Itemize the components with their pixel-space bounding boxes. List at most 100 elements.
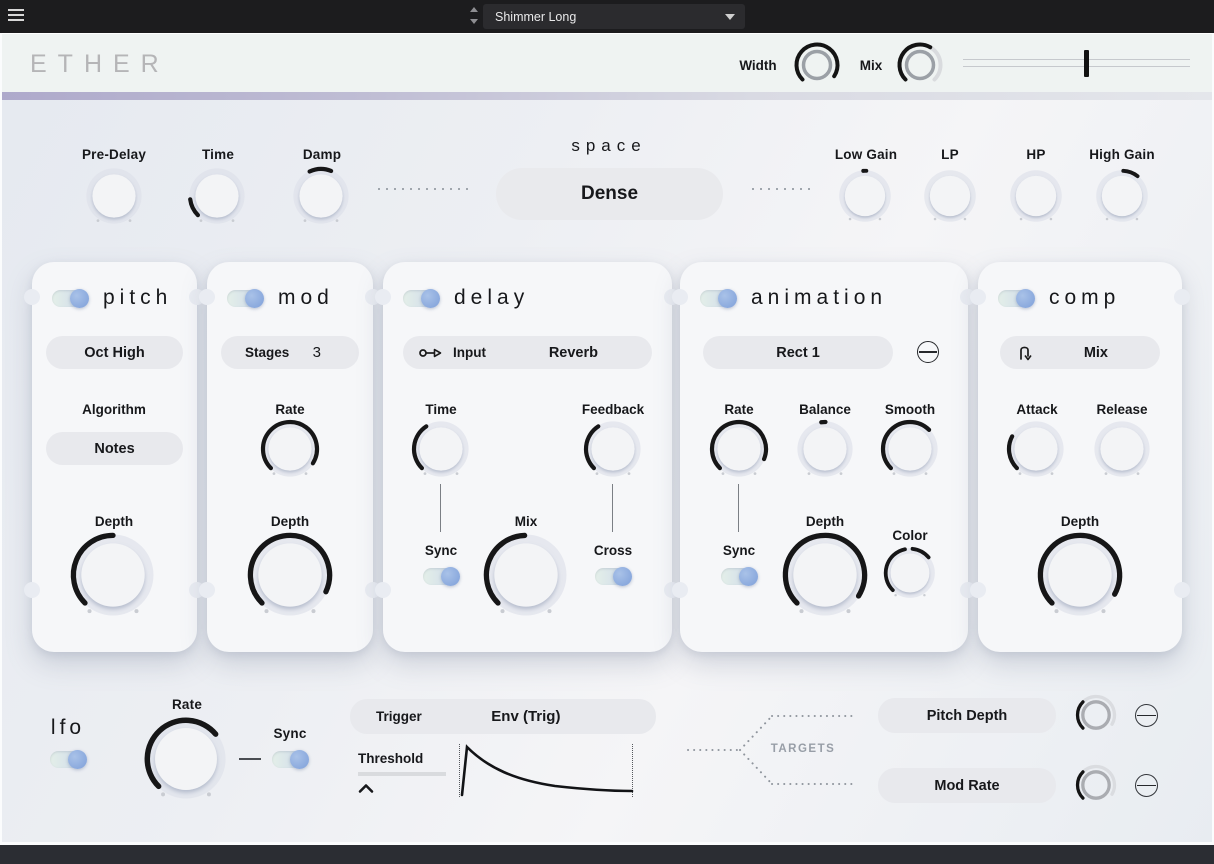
- threshold-handle-icon[interactable]: [358, 783, 374, 794]
- delay-mix-label: Mix: [515, 514, 538, 529]
- preset-name: Shimmer Long: [483, 10, 576, 24]
- envelope-display: [459, 744, 633, 797]
- pitch-enable-toggle[interactable]: [52, 290, 88, 307]
- pitch-depth-label: Depth: [95, 514, 133, 529]
- pitch-card: pitch Oct High Algorithm Notes Depth: [32, 262, 197, 652]
- target-slot-pitch-depth[interactable]: Pitch Depth: [878, 698, 1056, 733]
- delay-sync-toggle[interactable]: [423, 568, 459, 585]
- target-amount-knob-1[interactable]: [1074, 693, 1118, 737]
- bottom-bar: [0, 845, 1214, 864]
- toggle-thumb: [68, 750, 87, 769]
- pitch-algorithm-selector[interactable]: Notes: [46, 432, 183, 465]
- pitch-mode-selector[interactable]: Oct High: [46, 336, 183, 369]
- toggle-thumb: [441, 567, 460, 586]
- mod-stages-selector[interactable]: Stages 3: [221, 336, 359, 369]
- routing-value: Mix: [1084, 345, 1108, 361]
- target-slot-mod-rate[interactable]: Mod Rate: [878, 768, 1056, 803]
- target-remove-icon-2[interactable]: [1135, 774, 1158, 797]
- delay-input-selector[interactable]: Input Reverb: [403, 336, 652, 369]
- time-label: Time: [202, 147, 234, 162]
- comp-card-title: comp: [1049, 286, 1120, 310]
- preset-spinner[interactable]: [470, 7, 478, 26]
- slider-handle[interactable]: [1084, 50, 1089, 77]
- preset-next-icon[interactable]: [470, 19, 478, 24]
- mod-rate-knob[interactable]: [260, 419, 320, 479]
- delay-time-knob[interactable]: [411, 419, 471, 479]
- lfo-rate-label: Rate: [172, 697, 202, 712]
- app-logo: ETHER: [30, 50, 170, 79]
- animation-enable-toggle[interactable]: [700, 290, 736, 307]
- mod-enable-toggle[interactable]: [227, 290, 263, 307]
- animation-rate-label: Rate: [724, 402, 753, 417]
- lp-knob[interactable]: [922, 168, 978, 224]
- width-knob[interactable]: [792, 40, 842, 90]
- animation-polarity-icon[interactable]: [917, 341, 939, 363]
- pitch-depth-knob[interactable]: [69, 531, 157, 619]
- time-knob[interactable]: [187, 166, 247, 226]
- pitch-card-title: pitch: [103, 286, 172, 310]
- toggle-thumb: [613, 567, 632, 586]
- low-gain-label: Low Gain: [835, 147, 897, 162]
- mod-depth-knob[interactable]: [246, 531, 334, 619]
- animation-smooth-label: Smooth: [885, 402, 935, 417]
- delay-card: delay Input Reverb Time Feedback Mix Syn…: [383, 262, 672, 652]
- animation-sync-label: Sync: [723, 543, 755, 558]
- delay-feedback-knob[interactable]: [583, 419, 643, 479]
- target-remove-icon-1[interactable]: [1135, 704, 1158, 727]
- animation-balance-knob[interactable]: [795, 419, 855, 479]
- low-gain-knob[interactable]: [837, 168, 893, 224]
- mod-card-title: mod: [278, 286, 334, 310]
- lfo-title: lfo: [51, 716, 85, 740]
- delay-mix-knob[interactable]: [482, 531, 570, 619]
- signal-input-icon: [419, 346, 443, 360]
- animation-card: animation Rect 1 Rate Balance Smooth Syn…: [680, 262, 968, 652]
- targets-label: TARGETS: [771, 743, 836, 755]
- target-amount-knob-2[interactable]: [1074, 763, 1118, 807]
- connector-line: [440, 484, 441, 532]
- comp-depth-knob[interactable]: [1036, 531, 1124, 619]
- delay-enable-toggle[interactable]: [403, 290, 439, 307]
- output-slider[interactable]: [963, 59, 1190, 67]
- animation-rate-knob[interactable]: [709, 419, 769, 479]
- delay-cross-toggle[interactable]: [595, 568, 631, 585]
- comp-attack-knob[interactable]: [1006, 419, 1066, 479]
- toggle-thumb: [290, 750, 309, 769]
- mod-card: mod Stages 3 Rate Depth: [207, 262, 373, 652]
- delay-card-title: delay: [454, 286, 529, 310]
- delay-feedback-label: Feedback: [582, 402, 644, 417]
- width-label: Width: [739, 58, 776, 73]
- lfo-enable-toggle[interactable]: [50, 751, 86, 768]
- comp-routing-selector[interactable]: Mix: [1000, 336, 1160, 369]
- threshold-track: [358, 772, 446, 776]
- toggle-thumb: [70, 289, 89, 308]
- mix-label: Mix: [860, 58, 883, 73]
- damp-knob[interactable]: [291, 166, 351, 226]
- animation-color-knob[interactable]: [883, 546, 937, 600]
- lfo-rate-knob[interactable]: [143, 716, 229, 802]
- dotted-connector-left: [378, 188, 470, 190]
- animation-depth-knob[interactable]: [781, 531, 869, 619]
- toggle-thumb: [739, 567, 758, 586]
- comp-release-label: Release: [1096, 402, 1147, 417]
- space-mode-selector[interactable]: Dense: [496, 168, 723, 220]
- hp-knob[interactable]: [1008, 168, 1064, 224]
- menu-icon[interactable]: [8, 9, 24, 23]
- dotted-connector-right: [752, 188, 812, 190]
- comp-release-knob[interactable]: [1092, 419, 1152, 479]
- env-curve-path: [462, 747, 632, 795]
- comp-enable-toggle[interactable]: [998, 290, 1034, 307]
- pre-delay-knob[interactable]: [84, 166, 144, 226]
- high-gain-knob[interactable]: [1094, 168, 1150, 224]
- animation-smooth-knob[interactable]: [880, 419, 940, 479]
- trigger-selector[interactable]: Trigger Env (Trig): [350, 699, 656, 734]
- comp-depth-label: Depth: [1061, 514, 1099, 529]
- toggle-thumb: [421, 289, 440, 308]
- animation-balance-label: Balance: [799, 402, 851, 417]
- preset-prev-icon[interactable]: [470, 7, 478, 12]
- mix-knob[interactable]: [895, 40, 945, 90]
- animation-sync-toggle[interactable]: [721, 568, 757, 585]
- lfo-sync-toggle[interactable]: [272, 751, 308, 768]
- animation-color-label: Color: [892, 528, 927, 543]
- preset-selector[interactable]: Shimmer Long: [483, 4, 745, 29]
- animation-shape-selector[interactable]: Rect 1: [703, 336, 893, 369]
